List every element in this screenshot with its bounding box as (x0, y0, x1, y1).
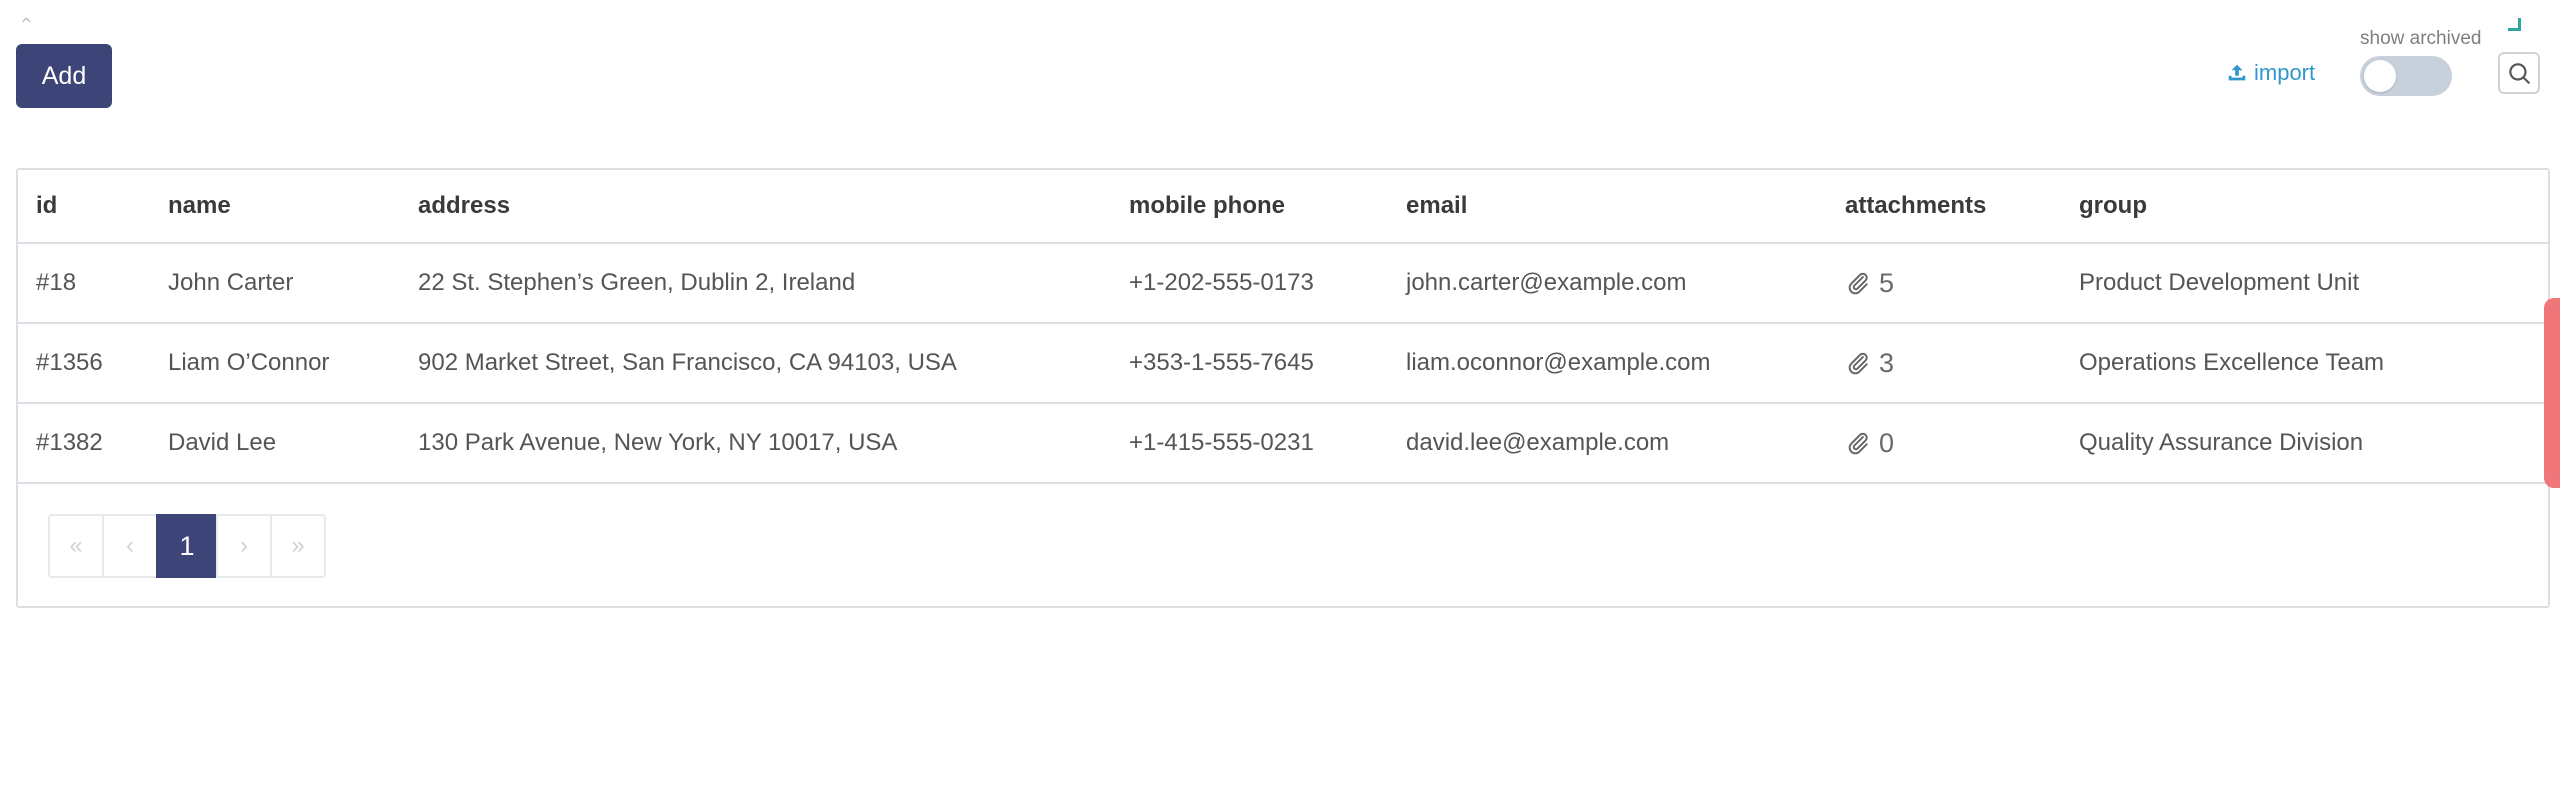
cell-phone: +1-415-555-0231 (1111, 403, 1388, 484)
toggle-knob (2364, 60, 2396, 92)
cell-group: Operations Excellence Team (2061, 323, 2548, 404)
cell-id: #1382 (18, 403, 150, 484)
cell-name: John Carter (150, 243, 400, 324)
attachment-count: 5 (1879, 267, 1895, 298)
cell-email: david.lee@example.com (1388, 403, 1827, 484)
cell-attachments[interactable]: 5 (1827, 243, 2061, 324)
cell-name: David Lee (150, 403, 400, 484)
pagination: « ‹ 1 › » (48, 514, 326, 578)
cell-address: 130 Park Avenue, New York, NY 10017, USA (400, 403, 1111, 484)
import-label: import (2254, 60, 2316, 85)
next-page-button[interactable]: › (216, 514, 272, 578)
import-link[interactable]: import (2226, 60, 2315, 86)
cell-email: liam.oconnor@example.com (1388, 323, 1827, 404)
last-page-button[interactable]: » (270, 514, 326, 578)
side-feedback-tab[interactable] (2544, 298, 2560, 488)
table-row[interactable]: #1382 David Lee 130 Park Avenue, New Yor… (18, 403, 2548, 484)
upload-icon (2228, 64, 2246, 81)
attachment-count: 0 (1879, 427, 1895, 458)
cell-id: #18 (18, 243, 150, 324)
add-button[interactable]: Add (16, 44, 112, 108)
cell-attachments[interactable]: 0 (1827, 403, 2061, 484)
table-header-row: id name address mobile phone email attac… (18, 170, 2548, 244)
column-header-id[interactable]: id (18, 170, 150, 244)
cell-address: 22 St. Stephen’s Green, Dublin 2, Irelan… (400, 243, 1111, 324)
column-header-mobile-phone[interactable]: mobile phone (1111, 170, 1388, 244)
collapse-chevron-up-icon[interactable]: ⌃ (18, 16, 35, 36)
cell-phone: +1-202-555-0173 (1111, 243, 1388, 324)
column-header-attachments[interactable]: attachments (1827, 170, 2061, 244)
show-archived-toggle[interactable] (2360, 56, 2452, 96)
column-header-group[interactable]: group (2061, 170, 2548, 244)
attachment-count: 3 (1879, 347, 1895, 378)
cell-group: Quality Assurance Division (2061, 403, 2548, 484)
cell-email: john.carter@example.com (1388, 243, 1827, 324)
table-row[interactable]: #18 John Carter 22 St. Stephen’s Green, … (18, 243, 2548, 324)
column-header-email[interactable]: email (1388, 170, 1827, 244)
show-archived-label: show archived (2360, 28, 2482, 49)
search-button[interactable] (2498, 52, 2540, 94)
cell-attachments[interactable]: 3 (1827, 323, 2061, 404)
cell-phone: +353-1-555-7645 (1111, 323, 1388, 404)
first-page-button[interactable]: « (48, 514, 104, 578)
cell-address: 902 Market Street, San Francisco, CA 941… (400, 323, 1111, 404)
cell-id: #1356 (18, 323, 150, 404)
column-header-address[interactable]: address (400, 170, 1111, 244)
corner-mark-icon (2508, 18, 2521, 31)
prev-page-button[interactable]: ‹ (102, 514, 158, 578)
paperclip-icon (1848, 352, 1868, 375)
cell-name: Liam O’Connor (150, 323, 400, 404)
table-row[interactable]: #1356 Liam O’Connor 902 Market Street, S… (18, 323, 2548, 404)
column-header-name[interactable]: name (150, 170, 400, 244)
paperclip-icon (1848, 432, 1868, 455)
page-button-current[interactable]: 1 (156, 514, 218, 578)
paperclip-icon (1848, 272, 1868, 295)
contacts-table: id name address mobile phone email attac… (18, 170, 2548, 484)
cell-group: Product Development Unit (2061, 243, 2548, 324)
contacts-table-panel: id name address mobile phone email attac… (16, 168, 2550, 608)
search-icon (2509, 63, 2530, 84)
